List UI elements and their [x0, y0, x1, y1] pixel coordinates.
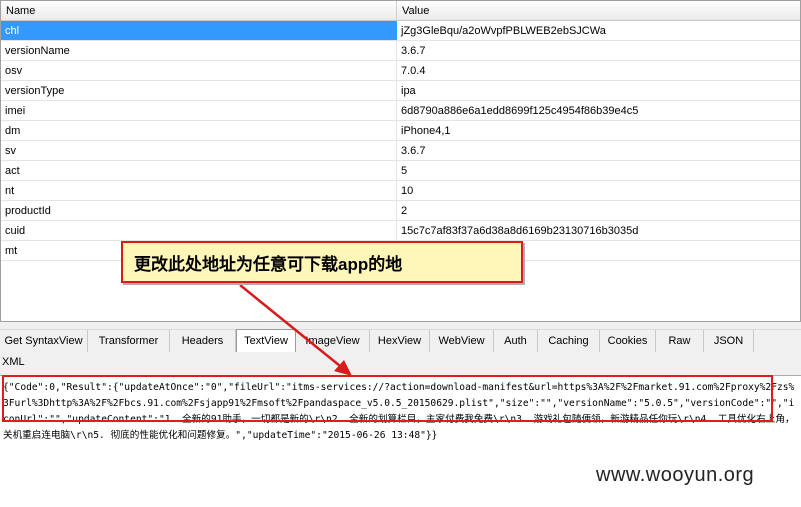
- param-value[interactable]: 15c7c7af83f37a6d38a8d6169b23130716b3035d: [397, 221, 800, 240]
- grid-row-versiontype[interactable]: versionType ipa: [1, 81, 800, 101]
- grid-header: Name Value: [1, 1, 800, 21]
- grid-row-osv[interactable]: osv 7.0.4: [1, 61, 800, 81]
- grid-row-chl[interactable]: chl jZg3GleBqu/a2oWvpfPBLWEB2ebSJCWa: [1, 21, 800, 41]
- param-name: act: [1, 161, 397, 180]
- tab-get-syntaxview[interactable]: Get SyntaxView: [0, 330, 88, 352]
- grid-row-act[interactable]: act 5: [1, 161, 800, 181]
- tab-strip: Get SyntaxView Transformer Headers TextView…: [0, 329, 801, 352]
- tab-headers[interactable]: Headers: [170, 330, 236, 352]
- param-value[interactable]: 10: [397, 181, 800, 200]
- tab-caching[interactable]: Caching: [538, 330, 600, 352]
- param-value[interactable]: ipa: [397, 81, 800, 100]
- tab-textview[interactable]: TextView: [236, 329, 296, 352]
- tab-auth[interactable]: Auth: [494, 330, 538, 352]
- grid-row-dm[interactable]: dm iPhone4,1: [1, 121, 800, 141]
- tab-webview[interactable]: WebView: [430, 330, 494, 352]
- tab-imageview[interactable]: ImageView: [296, 330, 370, 352]
- grid-row-imei[interactable]: imei 6d8790a886e6a1edd8699f125c4954f86b39…: [1, 101, 800, 121]
- param-value[interactable]: jZg3GleBqu/a2oWvpfPBLWEB2ebSJCWa: [397, 21, 800, 40]
- param-value[interactable]: 5: [397, 161, 800, 180]
- param-name: versionType: [1, 81, 397, 100]
- param-name: sv: [1, 141, 397, 160]
- tab-raw[interactable]: Raw: [656, 330, 704, 352]
- grid-row-productid[interactable]: productId 2: [1, 201, 800, 221]
- param-value[interactable]: 3.6.7: [397, 41, 800, 60]
- param-name: productId: [1, 201, 397, 220]
- grid-row-sv[interactable]: sv 3.6.7: [1, 141, 800, 161]
- param-name: dm: [1, 121, 397, 140]
- text-view[interactable]: {"Code":0,"Result":{"updateAtOnce":"0","…: [0, 375, 801, 507]
- param-name: nt: [1, 181, 397, 200]
- tab-transformer[interactable]: Transformer: [88, 330, 170, 352]
- column-header-name[interactable]: Name: [1, 1, 397, 20]
- watermark: www.wooyun.org: [596, 464, 755, 486]
- tab-xml[interactable]: XML: [0, 352, 801, 374]
- param-name: chl: [1, 21, 397, 40]
- pane-splitter[interactable]: [0, 322, 801, 330]
- param-value[interactable]: iPhone4,1: [397, 121, 800, 140]
- param-value[interactable]: 6d8790a886e6a1edd8699f125c4954f86b39e4c5: [397, 101, 800, 120]
- tab-json[interactable]: JSON: [704, 330, 754, 352]
- param-name: cuid: [1, 221, 397, 240]
- param-name: versionName: [1, 41, 397, 60]
- param-value[interactable]: 3.6.7: [397, 141, 800, 160]
- tab-cookies[interactable]: Cookies: [600, 330, 656, 352]
- param-value[interactable]: 2: [397, 201, 800, 220]
- tab-hexview[interactable]: HexView: [370, 330, 430, 352]
- grid-row-cuid[interactable]: cuid 15c7c7af83f37a6d38a8d6169b23130716b3…: [1, 221, 800, 241]
- grid-row-nt[interactable]: nt 10: [1, 181, 800, 201]
- param-name: osv: [1, 61, 397, 80]
- column-header-value[interactable]: Value: [397, 1, 800, 20]
- param-name: imei: [1, 101, 397, 120]
- response-body-text[interactable]: {"Code":0,"Result":{"updateAtOnce":"0","…: [3, 380, 798, 444]
- grid-row-versionname[interactable]: versionName 3.6.7: [1, 41, 800, 61]
- annotation-callout: 更改此处地址为任意可下载app的地: [121, 241, 523, 283]
- grid-body: chl jZg3GleBqu/a2oWvpfPBLWEB2ebSJCWa versi…: [1, 21, 800, 261]
- inspector-tabs: Get SyntaxView Transformer Headers TextView…: [0, 329, 801, 375]
- param-value[interactable]: 7.0.4: [397, 61, 800, 80]
